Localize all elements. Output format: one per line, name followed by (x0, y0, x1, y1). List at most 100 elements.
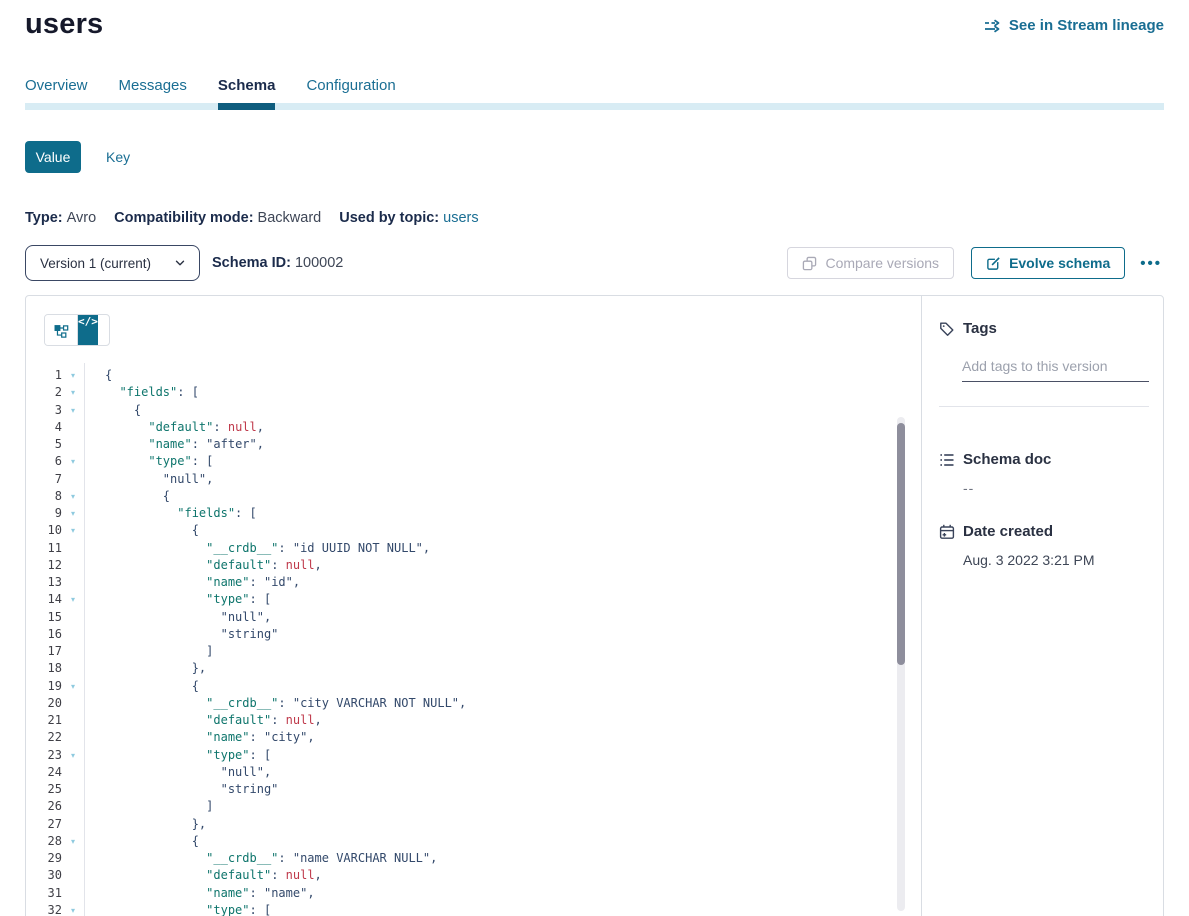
compatibility-value: Backward (258, 210, 322, 226)
compare-versions-button[interactable]: Compare versions (787, 247, 954, 279)
code-text: ] (84, 798, 213, 815)
evolve-schema-button[interactable]: Evolve schema (971, 247, 1125, 279)
line-number: 31 (26, 885, 62, 902)
type-label: Type: (25, 210, 63, 226)
type-field: Type:Avro (25, 210, 96, 226)
fold-toggle-icon[interactable]: ▾ (62, 591, 84, 608)
stream-lineage-icon (984, 19, 1002, 33)
code-line: 14▾ "type": [ (26, 591, 921, 608)
fold-spacer (62, 712, 84, 729)
line-number: 24 (26, 764, 62, 781)
line-number: 1 (26, 367, 62, 384)
fold-toggle-icon[interactable]: ▾ (62, 833, 84, 850)
compare-versions-icon (802, 256, 817, 271)
code-line: 32▾ "type": [ (26, 902, 921, 916)
code-text: "string" (84, 781, 278, 798)
date-created-heading-row: Date created (939, 523, 1149, 540)
code-line: 24 "null", (26, 764, 921, 781)
code-text: { (84, 833, 199, 850)
code-line: 4 "default": null, (26, 419, 921, 436)
tree-view-button[interactable] (45, 315, 78, 346)
code-scrollbar[interactable] (897, 417, 905, 911)
code-line: 8▾ { (26, 488, 921, 505)
used-by-topic-field: Used by topic:users (339, 210, 478, 226)
fold-toggle-icon[interactable]: ▾ (62, 678, 84, 695)
code-text: { (84, 522, 199, 539)
fold-toggle-icon[interactable]: ▾ (62, 747, 84, 764)
fold-toggle-icon[interactable]: ▾ (62, 505, 84, 522)
fold-toggle-icon[interactable]: ▾ (62, 522, 84, 539)
version-select[interactable]: Version 1 (current) (25, 245, 200, 281)
fold-spacer (62, 419, 84, 436)
schema-doc-heading-row: Schema doc (939, 451, 1149, 468)
code-view-button[interactable]: </> (78, 315, 98, 345)
code-line: 10▾ { (26, 522, 921, 539)
code-text: "null", (84, 609, 271, 626)
line-number: 32 (26, 902, 62, 916)
page-header: users See in Stream lineage (25, 8, 1164, 41)
version-bar: Version 1 (current) Schema ID:100002 Com… (25, 245, 1164, 281)
more-actions-button[interactable]: ••• (1138, 251, 1164, 276)
key-toggle-link[interactable]: Key (106, 149, 130, 165)
schema-meta-row: Type:Avro Compatibility mode:Backward Us… (25, 210, 1164, 226)
line-number: 23 (26, 747, 62, 764)
code-line: 16 "string" (26, 626, 921, 643)
tab-messages[interactable]: Messages (119, 77, 187, 110)
schema-sidebar: Tags Schema doc -- (921, 296, 1163, 916)
fold-toggle-icon[interactable]: ▾ (62, 453, 84, 470)
fold-spacer (62, 867, 84, 884)
fold-toggle-icon[interactable]: ▾ (62, 902, 84, 916)
code-text: "name": "city", (84, 729, 315, 746)
line-number: 3 (26, 402, 62, 419)
code-line: 7 "null", (26, 471, 921, 488)
line-number: 5 (26, 436, 62, 453)
see-in-stream-lineage-link[interactable]: See in Stream lineage (984, 17, 1164, 34)
code-text: "string" (84, 626, 278, 643)
code-scrollbar-thumb[interactable] (897, 423, 905, 665)
schema-page: users See in Stream lineage Overview Mes… (0, 0, 1189, 916)
code-text: "__crdb__": "name VARCHAR NULL", (84, 850, 437, 867)
fold-toggle-icon[interactable]: ▾ (62, 384, 84, 401)
add-tags-input[interactable] (962, 358, 1149, 382)
code-line: 27 }, (26, 816, 921, 833)
line-number: 7 (26, 471, 62, 488)
code-view-icon: </> (78, 315, 98, 328)
fold-spacer (62, 626, 84, 643)
fold-spacer (62, 471, 84, 488)
fold-spacer (62, 574, 84, 591)
tab-schema[interactable]: Schema (218, 77, 276, 110)
topic-link[interactable]: users (443, 210, 478, 226)
calendar-plus-icon (939, 524, 955, 540)
code-line: 12 "default": null, (26, 557, 921, 574)
fold-spacer (62, 557, 84, 574)
page-title: users (25, 8, 103, 41)
code-text: "type": [ (84, 591, 271, 608)
code-line: 26 ] (26, 798, 921, 815)
list-icon (939, 452, 955, 468)
tab-configuration[interactable]: Configuration (306, 77, 395, 110)
code-line: 11 "__crdb__": "id UUID NOT NULL", (26, 540, 921, 557)
code-line: 30 "default": null, (26, 867, 921, 884)
code-text: { (84, 678, 199, 695)
code-editor[interactable]: 1▾{2▾ "fields": [3▾ {4 "default": null,5… (26, 367, 921, 916)
tag-icon (939, 321, 955, 337)
code-line: 29 "__crdb__": "name VARCHAR NULL", (26, 850, 921, 867)
code-line: 15 "null", (26, 609, 921, 626)
fold-toggle-icon[interactable]: ▾ (62, 367, 84, 384)
schema-doc-value: -- (963, 480, 1149, 496)
code-line: 23▾ "type": [ (26, 747, 921, 764)
code-line: 5 "name": "after", (26, 436, 921, 453)
code-lines: 1▾{2▾ "fields": [3▾ {4 "default": null,5… (26, 367, 921, 916)
fold-spacer (62, 660, 84, 677)
tab-overview[interactable]: Overview (25, 77, 88, 110)
code-line: 31 "name": "name", (26, 885, 921, 902)
tags-heading: Tags (963, 320, 997, 337)
code-text: "name": "id", (84, 574, 300, 591)
fold-toggle-icon[interactable]: ▾ (62, 402, 84, 419)
date-created-heading: Date created (963, 523, 1053, 540)
version-select-value: Version 1 (current) (40, 256, 151, 271)
value-toggle-button[interactable]: Value (25, 141, 81, 173)
fold-toggle-icon[interactable]: ▾ (62, 488, 84, 505)
schema-id-value: 100002 (295, 255, 343, 271)
date-created-value: Aug. 3 2022 3:21 PM (963, 552, 1149, 568)
